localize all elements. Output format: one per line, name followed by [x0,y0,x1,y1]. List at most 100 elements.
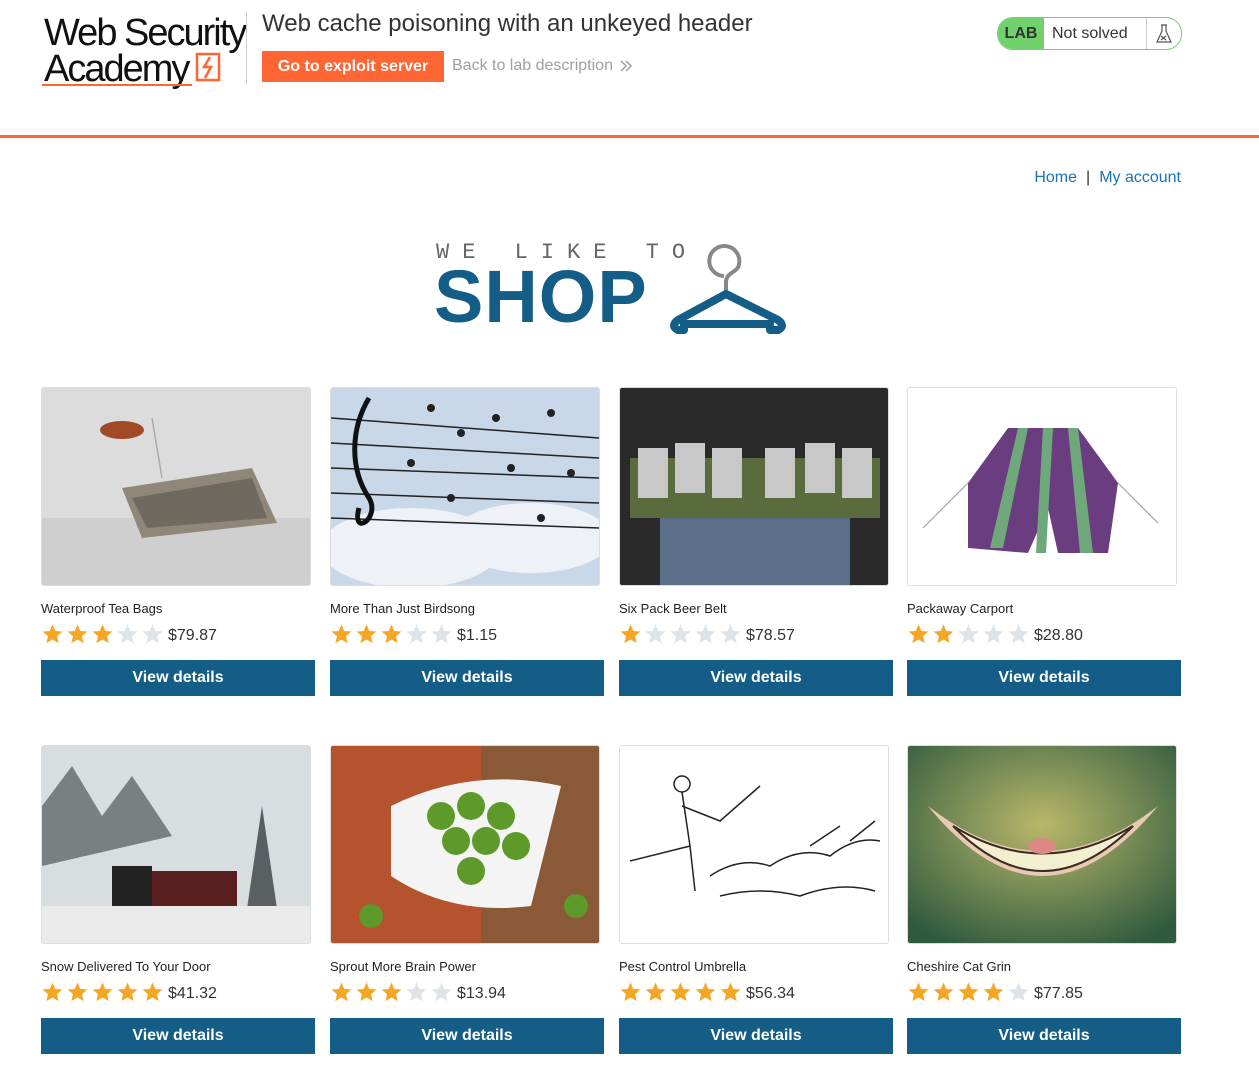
product-rating: $56.34 [619,981,795,1003]
product-name: Cheshire Cat Grin [907,959,1012,974]
product-rating: $13.94 [330,981,506,1003]
star-rating [41,981,164,1003]
product-name: Six Pack Beer Belt [619,601,727,616]
top-nav: Home | My account [1034,169,1181,187]
star-rating [907,623,1030,645]
banner-title: SHOP [434,255,648,338]
star-filled-icon [67,982,88,1002]
nav-home-link[interactable]: Home [1034,169,1077,186]
product-price: $56.34 [746,985,795,1002]
view-details-button[interactable]: View details [41,1018,315,1054]
nav-my-account-link[interactable]: My account [1099,169,1181,186]
star-filled-icon [42,624,63,644]
product-price: $79.87 [168,627,217,644]
star-filled-icon [117,982,138,1002]
view-details-button[interactable]: View details [907,1018,1181,1054]
product-image[interactable] [41,745,311,944]
product-name: Waterproof Tea Bags [41,601,163,616]
shop-banner: WE LIKE TO SHOP [434,236,794,336]
product-price: $41.32 [168,985,217,1002]
hanger-icon [670,244,786,334]
logo-line1: Web Security [44,12,247,54]
lab-header: Web Security Academy Web cache poisoning… [0,0,1259,138]
product-rating: $1.15 [330,623,497,645]
product-price: $77.85 [1034,985,1083,1002]
star-empty-icon [431,982,452,1002]
star-filled-icon [381,624,402,644]
double-chevron-right-icon [620,60,633,72]
product-rating: $28.80 [907,623,1083,645]
star-filled-icon [908,982,929,1002]
back-to-description-link[interactable]: Back to lab description [452,57,633,75]
star-filled-icon [958,982,979,1002]
star-filled-icon [356,982,377,1002]
view-details-button[interactable]: View details [330,1018,604,1054]
star-empty-icon [1008,624,1029,644]
product-image[interactable] [907,745,1177,944]
view-details-button[interactable]: View details [907,660,1181,696]
product-image[interactable] [619,387,889,586]
star-filled-icon [933,624,954,644]
star-empty-icon [1008,982,1029,1002]
lab-status-text: Not solved [1052,24,1128,42]
star-filled-icon [142,982,163,1002]
star-empty-icon [142,624,163,644]
star-filled-icon [67,624,88,644]
star-empty-icon [670,624,691,644]
star-filled-icon [42,982,63,1002]
star-filled-icon [92,982,113,1002]
star-empty-icon [406,624,427,644]
star-empty-icon [695,624,716,644]
product-image[interactable] [330,745,600,944]
product-image[interactable] [330,387,600,586]
product-name: Sprout More Brain Power [330,959,476,974]
product-price: $28.80 [1034,627,1083,644]
star-empty-icon [983,624,1004,644]
view-details-button[interactable]: View details [330,660,604,696]
star-rating [41,623,164,645]
star-filled-icon [620,624,641,644]
star-rating [330,623,453,645]
star-filled-icon [92,624,113,644]
product-rating: $41.32 [41,981,217,1003]
product-price: $1.15 [457,627,498,644]
star-filled-icon [645,982,666,1002]
star-filled-icon [908,624,929,644]
star-rating [330,981,453,1003]
logo-line2: Academy [44,48,190,90]
product-rating: $79.87 [41,623,217,645]
star-rating [619,981,742,1003]
star-empty-icon [720,624,741,644]
nav-separator: | [1086,169,1091,186]
star-filled-icon [620,982,641,1002]
product-rating: $78.57 [619,623,795,645]
view-details-button[interactable]: View details [41,660,315,696]
star-empty-icon [117,624,138,644]
star-filled-icon [670,982,691,1002]
back-link-label: Back to lab description [452,57,613,74]
star-filled-icon [983,982,1004,1002]
product-name: Pest Control Umbrella [619,959,747,974]
product-image[interactable] [41,387,311,586]
product-price: $13.94 [457,985,506,1002]
star-filled-icon [356,624,377,644]
view-details-button[interactable]: View details [619,1018,893,1054]
star-rating [619,623,742,645]
star-filled-icon [695,982,716,1002]
logo-divider [246,12,247,84]
web-security-academy-logo[interactable]: Web Security Academy [42,12,247,92]
product-name: More Than Just Birdsong [330,601,475,616]
product-image[interactable] [907,387,1177,586]
product-rating: $77.85 [907,981,1083,1003]
product-name: Packaway Carport [907,601,1014,616]
exploit-server-button[interactable]: Go to exploit server [262,51,444,82]
product-name: Snow Delivered To Your Door [41,959,211,974]
flask-icon [1146,18,1181,49]
star-filled-icon [933,982,954,1002]
star-rating [907,981,1030,1003]
lab-title: Web cache poisoning with an unkeyed head… [262,10,753,37]
star-empty-icon [431,624,452,644]
product-image[interactable] [619,745,889,944]
logo-underline [42,84,192,86]
view-details-button[interactable]: View details [619,660,893,696]
